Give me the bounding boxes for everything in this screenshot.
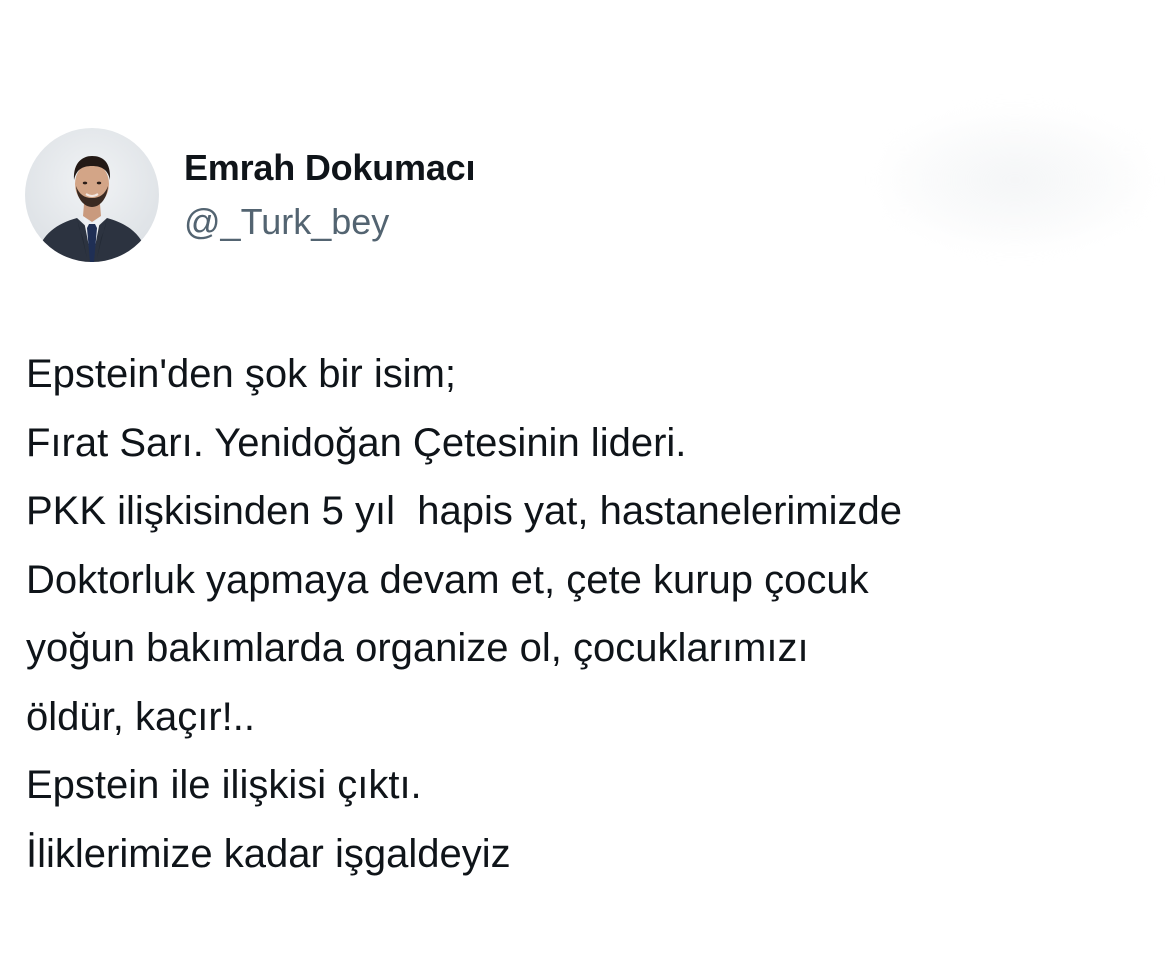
tweet-text: Epstein'den şok bir isim; Fırat Sarı. Ye… bbox=[26, 340, 1156, 888]
tweet-header: Emrah Dokumacı @_Turk_bey bbox=[25, 128, 476, 262]
tweet-text-line: yoğun bakımlarda organize ol, çocuklarım… bbox=[26, 626, 809, 670]
profile-photo-icon bbox=[35, 156, 149, 262]
tweet-text-line: öldür, kaçır!.. bbox=[26, 694, 255, 739]
author-handle[interactable]: @_Turk_bey bbox=[184, 200, 475, 244]
avatar[interactable] bbox=[25, 128, 159, 262]
tweet-text-line: Epstein ile ilişkisi çıktı. bbox=[26, 763, 422, 807]
author-display-name[interactable]: Emrah Dokumacı bbox=[184, 146, 476, 190]
tweet-text-line: Fırat Sarı. Yenidoğan Çetesinin lideri. bbox=[26, 420, 687, 465]
tweet-text-line: Epstein'den şok bir isim; bbox=[26, 352, 457, 396]
author-block: Emrah Dokumacı @_Turk_bey bbox=[184, 146, 476, 244]
tweet-text-line: PKK ilişkisinden 5 yıl hapis yat, hastan… bbox=[26, 489, 902, 533]
blurred-region bbox=[880, 110, 1150, 250]
tweet-card: Emrah Dokumacı @_Turk_bey Epstein'den şo… bbox=[0, 0, 1170, 971]
tweet-text-line: İliklerimize kadar işgaldeyiz bbox=[26, 831, 511, 876]
tweet-text-line: Doktorluk yapmaya devam et, çete kurup ç… bbox=[26, 557, 869, 602]
